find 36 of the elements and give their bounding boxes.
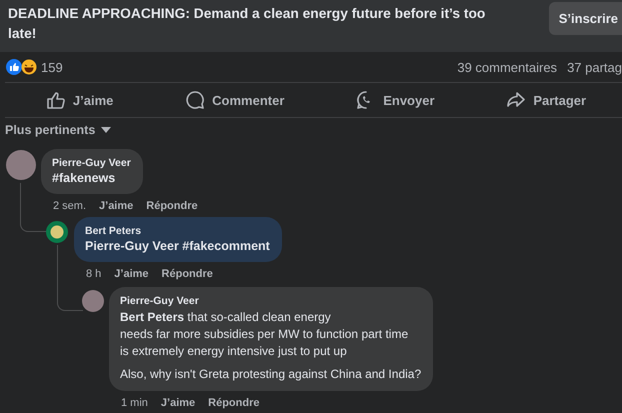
comment-author[interactable]: Pierre-Guy Veer bbox=[52, 156, 131, 170]
reply-link[interactable]: Répondre bbox=[162, 268, 213, 282]
comment-time[interactable]: 2 sem. bbox=[53, 200, 86, 214]
post-title: DEADLINE APPROACHING: Demand a clean energy future before it’s too late! bbox=[8, 5, 486, 43]
comment-text: Pierre-Guy Veer #fakecomment bbox=[85, 238, 270, 254]
seal-avatar[interactable] bbox=[46, 221, 68, 243]
reaction-count[interactable]: 159 bbox=[41, 60, 63, 74]
comment-text: #fakenews bbox=[52, 170, 116, 186]
comment-button[interactable]: Commenter bbox=[179, 86, 290, 114]
sort-dropdown[interactable]: Plus pertinents bbox=[0, 118, 116, 137]
caret-icon bbox=[101, 127, 112, 133]
comment-count[interactable]: 39 commentaires bbox=[457, 60, 558, 74]
join-button[interactable]: S’inscrire bbox=[548, 2, 622, 35]
comment-time[interactable]: 1 min bbox=[121, 397, 148, 411]
share-button[interactable]: Partager bbox=[500, 86, 592, 114]
share-arrow-icon bbox=[506, 90, 526, 110]
speech-bubble-icon bbox=[185, 90, 206, 110]
reply-link[interactable]: Répondre bbox=[208, 397, 260, 411]
avatar-photo[interactable] bbox=[82, 290, 104, 312]
like-link[interactable]: J’aime bbox=[114, 268, 149, 282]
comment-author[interactable]: Pierre-Guy Veer bbox=[120, 294, 422, 308]
comment-author[interactable]: Bert Peters bbox=[85, 224, 270, 238]
like-reaction-icon bbox=[6, 59, 22, 75]
like-button[interactable]: J’aime bbox=[40, 86, 120, 114]
share-count[interactable]: 37 partag bbox=[567, 60, 622, 74]
comment-time[interactable]: 8 h bbox=[86, 268, 102, 282]
avatar-photo[interactable] bbox=[6, 150, 36, 180]
comment-text: Bert Peters that so-called clean energy needs far more subsidies per MW to function part time is extremely energy intensive just to put up bbox=[120, 309, 410, 360]
laughing-emoji-icon bbox=[21, 59, 37, 75]
like-link[interactable]: J’aime bbox=[160, 397, 196, 411]
comment-text: Also, why isn't Greta protesting against China and India? bbox=[120, 366, 422, 383]
like-link[interactable]: J’aime bbox=[99, 200, 134, 214]
thumbs-up-icon bbox=[46, 90, 66, 110]
reply-link[interactable]: Répondre bbox=[146, 200, 198, 214]
send-button[interactable]: Envoyer bbox=[350, 86, 441, 114]
thread-line bbox=[20, 183, 46, 232]
